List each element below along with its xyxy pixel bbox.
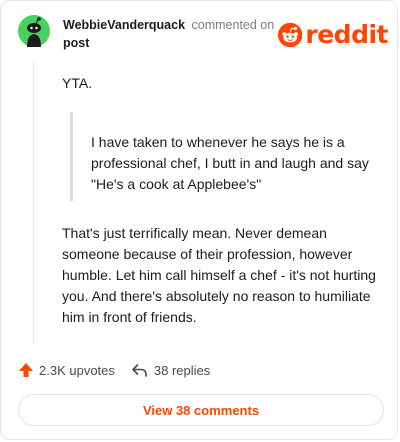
- comment-paragraph: YTA.: [62, 75, 93, 91]
- blockquote: I have taken to whenever he says he is a…: [70, 112, 384, 201]
- thread-line: [33, 61, 34, 343]
- replies-button[interactable]: 38 replies: [131, 362, 210, 378]
- upvote-arrow-icon: [19, 363, 33, 377]
- comment-actions: 2.3K upvotes 38 replies: [18, 360, 210, 380]
- reply-count: 38 replies: [153, 362, 211, 378]
- post-link[interactable]: post: [63, 36, 89, 50]
- comment-body: YTA. I have taken to whenever he says he…: [62, 73, 384, 328]
- upvote-count: 2.3K upvotes: [39, 362, 115, 378]
- user-avatar-icon[interactable]: [18, 15, 50, 47]
- comment-header: WebbieVanderquack commented on: [63, 17, 274, 33]
- commented-on-text: commented on: [191, 18, 275, 32]
- comment-paragraph: That's just terrifically mean. Never dem…: [62, 225, 376, 325]
- view-comments-button[interactable]: View 38 comments: [18, 394, 384, 426]
- upvote-button[interactable]: 2.3K upvotes: [18, 362, 115, 378]
- reddit-wordmark: reddit: [305, 20, 388, 49]
- quote-text: I have taken to whenever he says he is a…: [91, 134, 369, 192]
- username[interactable]: WebbieVanderquack: [63, 18, 185, 32]
- snoo-logo-icon: [278, 22, 303, 48]
- reply-arrow-icon: [132, 364, 147, 377]
- reddit-logo[interactable]: reddit: [278, 20, 388, 50]
- comment-card: WebbieVanderquack commented on post redd…: [0, 0, 398, 440]
